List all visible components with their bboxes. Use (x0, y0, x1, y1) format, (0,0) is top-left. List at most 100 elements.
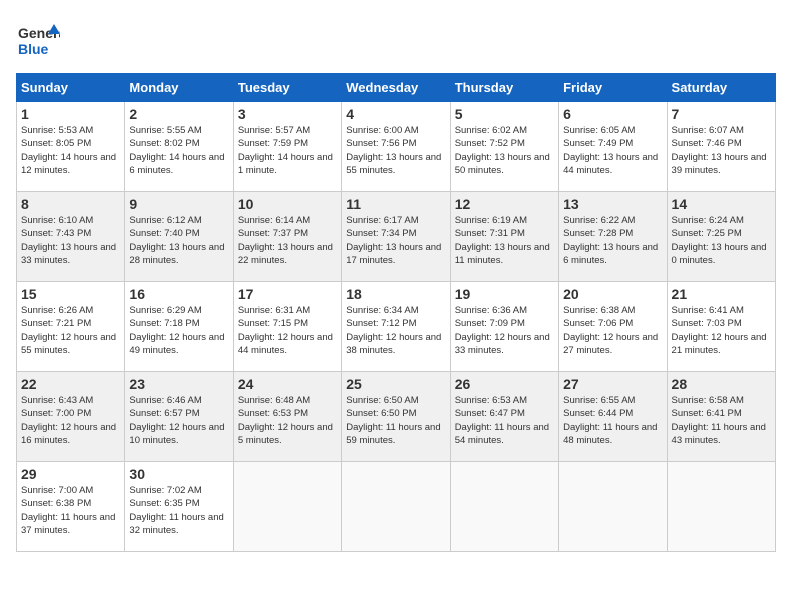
day-info: Sunrise: 6:38 AMSunset: 7:06 PMDaylight:… (563, 304, 662, 357)
day-number: 22 (21, 376, 120, 392)
calendar-cell: 27 Sunrise: 6:55 AMSunset: 6:44 PMDayligh… (559, 372, 667, 462)
calendar-cell: 2 Sunrise: 5:55 AMSunset: 8:02 PMDaylight… (125, 102, 233, 192)
day-info: Sunrise: 5:57 AMSunset: 7:59 PMDaylight:… (238, 124, 337, 177)
calendar-cell: 28Sunrise: 6:58 AMSunset: 6:41 PMDayligh… (667, 372, 775, 462)
day-number: 23 (129, 376, 228, 392)
day-info: Sunrise: 6:26 AMSunset: 7:21 PMDaylight:… (21, 304, 120, 357)
weekday-header-sunday: Sunday (17, 74, 125, 102)
day-number: 17 (238, 286, 337, 302)
logo: General Blue (16, 16, 60, 65)
calendar-cell (559, 462, 667, 552)
weekday-header-thursday: Thursday (450, 74, 558, 102)
calendar-cell: 15 Sunrise: 6:26 AMSunset: 7:21 PMDayligh… (17, 282, 125, 372)
day-info: Sunrise: 6:34 AMSunset: 7:12 PMDaylight:… (346, 304, 445, 357)
day-number: 21 (672, 286, 771, 302)
calendar-cell: 12 Sunrise: 6:19 AMSunset: 7:31 PMDayligh… (450, 192, 558, 282)
day-info: Sunrise: 6:02 AMSunset: 7:52 PMDaylight:… (455, 124, 554, 177)
calendar-cell: 20 Sunrise: 6:38 AMSunset: 7:06 PMDayligh… (559, 282, 667, 372)
day-info: Sunrise: 7:00 AMSunset: 6:38 PMDaylight:… (21, 484, 120, 537)
calendar-cell: 23 Sunrise: 6:46 AMSunset: 6:57 PMDayligh… (125, 372, 233, 462)
day-number: 8 (21, 196, 120, 212)
day-number: 7 (672, 106, 771, 122)
day-info: Sunrise: 6:07 AMSunset: 7:46 PMDaylight:… (672, 124, 771, 177)
calendar-header: General Blue (16, 16, 776, 65)
day-info: Sunrise: 6:14 AMSunset: 7:37 PMDaylight:… (238, 214, 337, 267)
calendar-table: SundayMondayTuesdayWednesdayThursdayFrid… (16, 73, 776, 552)
week-row-5: 29 Sunrise: 7:00 AMSunset: 6:38 PMDayligh… (17, 462, 776, 552)
day-number: 1 (21, 106, 120, 122)
calendar-cell: 13 Sunrise: 6:22 AMSunset: 7:28 PMDayligh… (559, 192, 667, 282)
day-info: Sunrise: 6:36 AMSunset: 7:09 PMDaylight:… (455, 304, 554, 357)
day-number: 30 (129, 466, 228, 482)
calendar-cell: 14 Sunrise: 6:24 AMSunset: 7:25 PMDayligh… (667, 192, 775, 282)
day-number: 10 (238, 196, 337, 212)
day-info: Sunrise: 6:10 AMSunset: 7:43 PMDaylight:… (21, 214, 120, 267)
day-info: Sunrise: 7:02 AMSunset: 6:35 PMDaylight:… (129, 484, 228, 537)
calendar-cell: 4 Sunrise: 6:00 AMSunset: 7:56 PMDaylight… (342, 102, 450, 192)
day-number: 27 (563, 376, 662, 392)
day-number: 11 (346, 196, 445, 212)
day-info: Sunrise: 5:55 AMSunset: 8:02 PMDaylight:… (129, 124, 228, 177)
day-number: 2 (129, 106, 228, 122)
calendar-cell: 10 Sunrise: 6:14 AMSunset: 7:37 PMDayligh… (233, 192, 341, 282)
day-info: Sunrise: 6:31 AMSunset: 7:15 PMDaylight:… (238, 304, 337, 357)
day-number: 14 (672, 196, 771, 212)
day-info: Sunrise: 6:29 AMSunset: 7:18 PMDaylight:… (129, 304, 228, 357)
day-info: Sunrise: 6:22 AMSunset: 7:28 PMDaylight:… (563, 214, 662, 267)
week-row-3: 15 Sunrise: 6:26 AMSunset: 7:21 PMDayligh… (17, 282, 776, 372)
weekday-header-friday: Friday (559, 74, 667, 102)
calendar-cell: 21Sunrise: 6:41 AMSunset: 7:03 PMDayligh… (667, 282, 775, 372)
day-info: Sunrise: 6:55 AMSunset: 6:44 PMDaylight:… (563, 394, 662, 447)
day-info: Sunrise: 6:46 AMSunset: 6:57 PMDaylight:… (129, 394, 228, 447)
day-number: 18 (346, 286, 445, 302)
day-info: Sunrise: 5:53 AMSunset: 8:05 PMDaylight:… (21, 124, 120, 177)
day-number: 4 (346, 106, 445, 122)
calendar-cell: 8 Sunrise: 6:10 AMSunset: 7:43 PMDaylight… (17, 192, 125, 282)
weekday-header-saturday: Saturday (667, 74, 775, 102)
calendar-cell (450, 462, 558, 552)
calendar-cell (667, 462, 775, 552)
calendar-cell: 18 Sunrise: 6:34 AMSunset: 7:12 PMDayligh… (342, 282, 450, 372)
day-number: 20 (563, 286, 662, 302)
day-number: 29 (21, 466, 120, 482)
calendar-cell: 22 Sunrise: 6:43 AMSunset: 7:00 PMDayligh… (17, 372, 125, 462)
day-number: 3 (238, 106, 337, 122)
calendar-cell: 17 Sunrise: 6:31 AMSunset: 7:15 PMDayligh… (233, 282, 341, 372)
day-number: 15 (21, 286, 120, 302)
day-info: Sunrise: 6:43 AMSunset: 7:00 PMDaylight:… (21, 394, 120, 447)
day-info: Sunrise: 6:24 AMSunset: 7:25 PMDaylight:… (672, 214, 771, 267)
weekday-header-monday: Monday (125, 74, 233, 102)
calendar-cell: 24Sunrise: 6:48 AMSunset: 6:53 PMDayligh… (233, 372, 341, 462)
day-info: Sunrise: 6:48 AMSunset: 6:53 PMDaylight:… (238, 394, 337, 447)
calendar-cell: 30 Sunrise: 7:02 AMSunset: 6:35 PMDayligh… (125, 462, 233, 552)
svg-text:Blue: Blue (18, 41, 49, 57)
day-number: 19 (455, 286, 554, 302)
calendar-cell: 5 Sunrise: 6:02 AMSunset: 7:52 PMDaylight… (450, 102, 558, 192)
day-number: 28 (672, 376, 771, 392)
calendar-cell: 25 Sunrise: 6:50 AMSunset: 6:50 PMDayligh… (342, 372, 450, 462)
day-number: 16 (129, 286, 228, 302)
logo-icon: General Blue (16, 16, 60, 60)
day-info: Sunrise: 6:17 AMSunset: 7:34 PMDaylight:… (346, 214, 445, 267)
calendar-cell: 19 Sunrise: 6:36 AMSunset: 7:09 PMDayligh… (450, 282, 558, 372)
day-info: Sunrise: 6:50 AMSunset: 6:50 PMDaylight:… (346, 394, 445, 447)
day-info: Sunrise: 6:00 AMSunset: 7:56 PMDaylight:… (346, 124, 445, 177)
day-info: Sunrise: 6:05 AMSunset: 7:49 PMDaylight:… (563, 124, 662, 177)
day-number: 26 (455, 376, 554, 392)
weekday-header-tuesday: Tuesday (233, 74, 341, 102)
weekday-header-row: SundayMondayTuesdayWednesdayThursdayFrid… (17, 74, 776, 102)
week-row-2: 8 Sunrise: 6:10 AMSunset: 7:43 PMDaylight… (17, 192, 776, 282)
calendar-cell: 16 Sunrise: 6:29 AMSunset: 7:18 PMDayligh… (125, 282, 233, 372)
day-number: 25 (346, 376, 445, 392)
day-number: 6 (563, 106, 662, 122)
calendar-cell: 29 Sunrise: 7:00 AMSunset: 6:38 PMDayligh… (17, 462, 125, 552)
day-info: Sunrise: 6:19 AMSunset: 7:31 PMDaylight:… (455, 214, 554, 267)
calendar-cell: 7 Sunrise: 6:07 AMSunset: 7:46 PMDaylight… (667, 102, 775, 192)
calendar-cell: 9Sunrise: 6:12 AMSunset: 7:40 PMDaylight… (125, 192, 233, 282)
day-number: 13 (563, 196, 662, 212)
calendar-cell: 1 Sunrise: 5:53 AMSunset: 8:05 PMDaylight… (17, 102, 125, 192)
day-number: 12 (455, 196, 554, 212)
day-number: 5 (455, 106, 554, 122)
weekday-header-wednesday: Wednesday (342, 74, 450, 102)
calendar-cell: 6 Sunrise: 6:05 AMSunset: 7:49 PMDaylight… (559, 102, 667, 192)
